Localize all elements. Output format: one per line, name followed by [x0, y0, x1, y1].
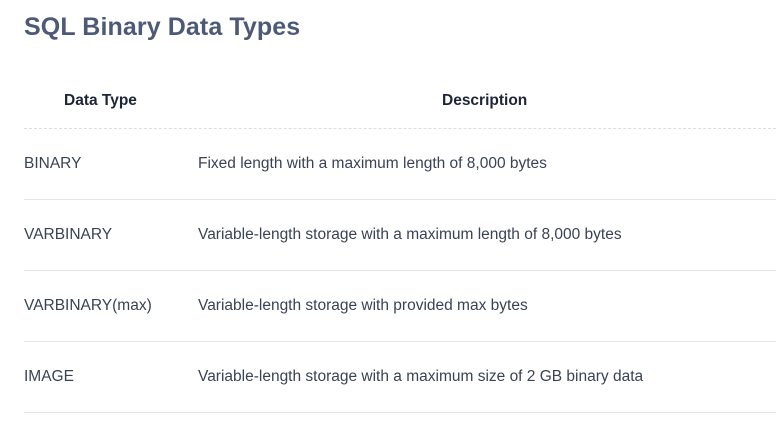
cell-data-type: BINARY: [24, 155, 82, 172]
table-row: VARBINARY(max) Variable-length storage w…: [24, 271, 776, 342]
column-header-data-type: Data Type: [64, 92, 137, 109]
cell-data-type: IMAGE: [24, 368, 74, 385]
cell-data-type: VARBINARY(max): [24, 297, 152, 314]
page-title: SQL Binary Data Types: [24, 13, 301, 41]
cell-description: Variable-length storage with provided ma…: [198, 297, 528, 314]
cell-data-type: VARBINARY: [24, 226, 113, 243]
table-row: VARBINARY Variable-length storage with a…: [24, 200, 776, 271]
column-header-description: Description: [442, 92, 528, 109]
cell-description: Fixed length with a maximum length of 8,…: [198, 155, 547, 172]
cell-description: Variable-length storage with a maximum s…: [198, 368, 644, 385]
table-header-row: Data Type Description: [24, 72, 776, 129]
table-row: BINARY Fixed length with a maximum lengt…: [24, 129, 776, 200]
table-row: IMAGE Variable-length storage with a max…: [24, 342, 776, 413]
data-types-table: Data Type Description BINARY Fixed lengt…: [24, 72, 776, 413]
cell-description: Variable-length storage with a maximum l…: [198, 226, 622, 243]
